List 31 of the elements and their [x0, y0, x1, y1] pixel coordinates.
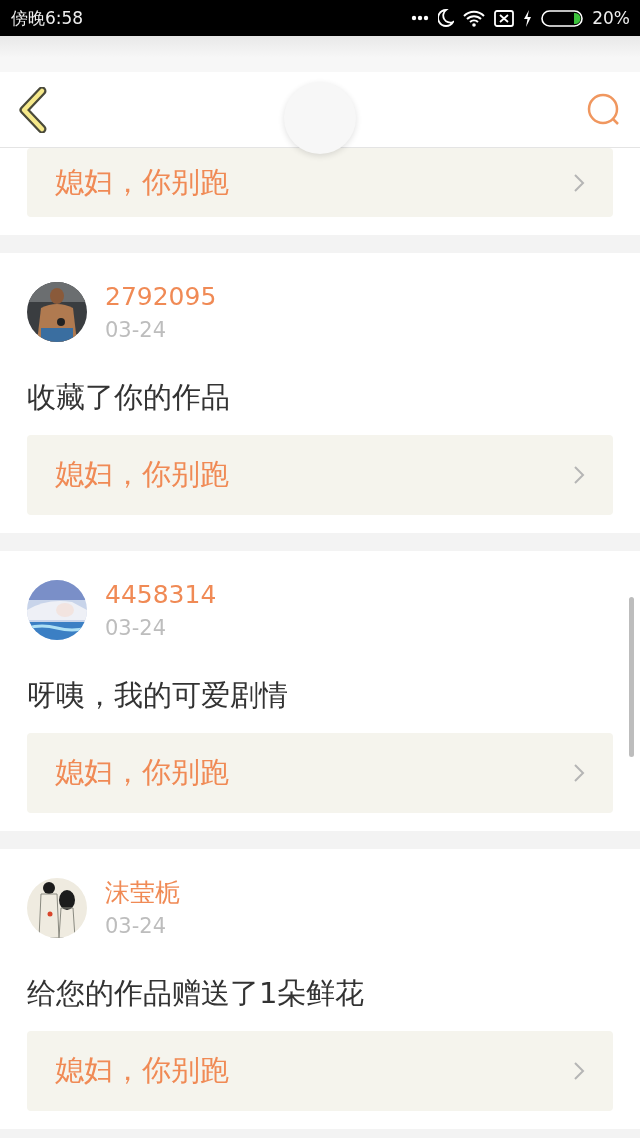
post-date: 03-24 — [105, 913, 168, 939]
work-title: 媳妇，你别跑 — [55, 1052, 229, 1089]
work-link[interactable]: 媳妇，你别跑 — [27, 148, 613, 217]
chevron-right-icon — [573, 465, 585, 485]
user-name[interactable]: 2792095 — [105, 281, 217, 313]
more-dots-icon — [411, 15, 430, 21]
status-time: 傍晚6:58 — [11, 6, 84, 30]
chevron-right-icon — [573, 763, 585, 783]
notification-message: 给您的作品赠送了1朵鲜花 — [27, 975, 366, 1011]
notification-message: 收藏了你的作品 — [27, 379, 231, 415]
battery-percent: 20% — [592, 8, 630, 28]
work-title: 媳妇，你别跑 — [55, 163, 229, 201]
battery-icon — [541, 9, 584, 27]
post-date: 03-24 — [105, 317, 168, 343]
floating-ball[interactable] — [284, 82, 356, 154]
work-link[interactable]: 媳妇，你别跑 — [27, 435, 613, 515]
sim-error-icon — [494, 9, 515, 27]
notification-message: 呀咦，我的可爱剧情 — [27, 677, 289, 713]
wifi-icon — [463, 9, 486, 27]
chevron-right-icon — [573, 172, 585, 193]
chevron-right-icon — [573, 1061, 585, 1081]
user-name[interactable]: 沫莹栀 — [105, 877, 180, 909]
work-title: 媳妇，你别跑 — [55, 754, 229, 791]
work-link[interactable]: 媳妇，你别跑 — [27, 733, 613, 813]
user-name[interactable]: 4458314 — [105, 579, 217, 611]
moon-icon — [438, 9, 455, 27]
work-title: 媳妇，你别跑 — [55, 456, 229, 493]
charging-bolt-icon — [523, 9, 533, 27]
work-link[interactable]: 媳妇，你别跑 — [27, 1031, 613, 1111]
back-icon[interactable] — [18, 86, 48, 133]
post-date: 03-24 — [105, 615, 168, 641]
